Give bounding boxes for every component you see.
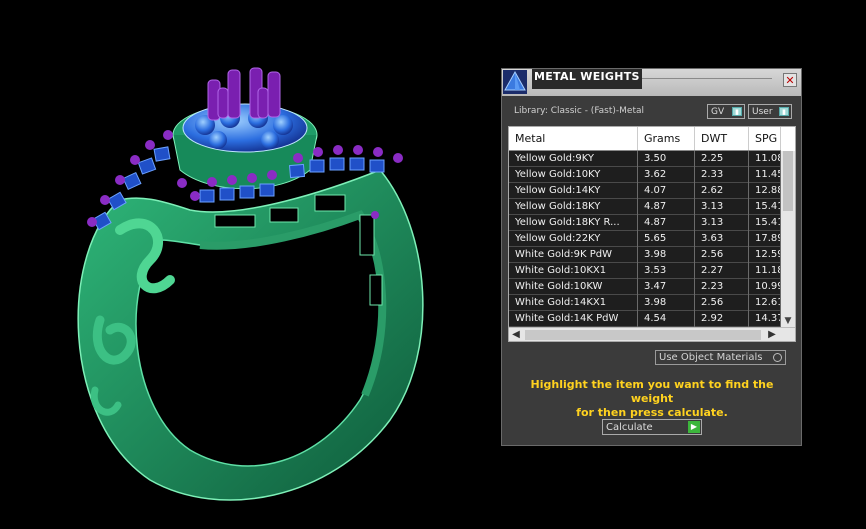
cell-grams: 3.98 (638, 295, 695, 311)
table-row[interactable]: Yellow Gold:14KY 4.07 2.62 12.88 (509, 183, 781, 199)
cell-grams: 3.62 (638, 167, 695, 183)
calculate-button[interactable]: Calculate ▶ (602, 419, 702, 435)
cell-dwt: 2.92 (695, 311, 749, 327)
instructions-text: Highlight the item you want to find the … (514, 378, 790, 420)
toggle-knob-icon: ▮ (732, 107, 742, 116)
cell-dwt: 2.25 (695, 151, 749, 167)
table-row[interactable]: Yellow Gold:18KY 4.87 3.13 15.41 (509, 199, 781, 215)
table-row[interactable]: Yellow Gold:18KY R... 4.87 3.13 15.41 (509, 215, 781, 231)
column-header-dwt[interactable]: DWT (695, 127, 749, 150)
chevron-down-icon[interactable]: ▼ (781, 315, 795, 327)
use-object-materials-option[interactable]: Use Object Materials (655, 350, 786, 365)
cell-grams: 3.98 (638, 247, 695, 263)
calculate-label: Calculate (606, 422, 653, 433)
cell-spg: 14.37 (749, 311, 781, 327)
cell-spg: 11.08 (749, 151, 781, 167)
metal-weights-panel: METAL WEIGHTS ✕ Library: Classic - (Fast… (501, 68, 802, 446)
cell-metal: Yellow Gold:18KY (509, 199, 638, 215)
cell-grams: 3.47 (638, 279, 695, 295)
radio-icon[interactable] (773, 353, 782, 362)
cell-spg: 12.59 (749, 247, 781, 263)
cell-spg: 17.89 (749, 231, 781, 247)
cell-metal: Yellow Gold:18KY R... (509, 215, 638, 231)
scrollbar-thumb[interactable] (525, 330, 761, 340)
cell-metal: White Gold:10KX1 (509, 263, 638, 279)
chevron-left-icon[interactable]: ◀ (509, 328, 523, 341)
metal-table[interactable]: Metal Grams DWT SPG Yellow Gold:9KY 3.50 2… (508, 126, 796, 342)
cell-spg: 12.88 (749, 183, 781, 199)
title-divider (642, 78, 772, 90)
table-header: Metal Grams DWT SPG (509, 127, 781, 151)
cell-spg: 11.45 (749, 167, 781, 183)
cell-spg: 10.99 (749, 279, 781, 295)
chevron-right-icon[interactable]: ▶ (765, 328, 779, 341)
table-body: Yellow Gold:9KY 3.50 2.25 11.08 Yellow Gold… (509, 151, 781, 327)
cell-dwt: 2.56 (695, 247, 749, 263)
close-icon[interactable]: ✕ (783, 73, 797, 87)
cell-dwt: 2.23 (695, 279, 749, 295)
gv-toggle[interactable]: GV ▮ (707, 104, 745, 119)
cell-metal: Yellow Gold:9KY (509, 151, 638, 167)
cell-grams: 4.07 (638, 183, 695, 199)
cell-grams: 4.87 (638, 215, 695, 231)
table-row[interactable]: White Gold:10KW 3.47 2.23 10.99 (509, 279, 781, 295)
cell-grams: 4.87 (638, 199, 695, 215)
cell-spg: 15.41 (749, 215, 781, 231)
cell-dwt: 3.13 (695, 215, 749, 231)
table-row[interactable]: Yellow Gold:22KY 5.65 3.63 17.89 (509, 231, 781, 247)
cell-dwt: 2.56 (695, 295, 749, 311)
table-row[interactable]: Yellow Gold:9KY 3.50 2.25 11.08 (509, 151, 781, 167)
table-row[interactable]: Yellow Gold:10KY 3.62 2.33 11.45 (509, 167, 781, 183)
user-toggle[interactable]: User ▮ (748, 104, 792, 119)
column-header-spg[interactable]: SPG (749, 127, 781, 150)
panel-title: METAL WEIGHTS (532, 69, 642, 89)
ring-model-icon (77, 67, 424, 501)
cell-metal: White Gold:9K PdW (509, 247, 638, 263)
play-arrow-icon: ▶ (688, 421, 700, 433)
instructions-line-2: for then press calculate. (576, 406, 728, 419)
vertical-scrollbar[interactable]: ▼ (781, 151, 795, 327)
cell-metal: White Gold:10KW (509, 279, 638, 295)
library-label: Library: Classic - (Fast)-Metal (514, 106, 645, 116)
toggle-knob-icon: ▮ (779, 107, 789, 116)
table-row[interactable]: White Gold:9K PdW 3.98 2.56 12.59 (509, 247, 781, 263)
cell-metal: Yellow Gold:14KY (509, 183, 638, 199)
cell-metal: Yellow Gold:22KY (509, 231, 638, 247)
column-header-metal[interactable]: Metal (509, 127, 638, 150)
cell-metal: Yellow Gold:10KY (509, 167, 638, 183)
cell-dwt: 2.33 (695, 167, 749, 183)
pyramid-logo-icon (503, 70, 527, 94)
cell-dwt: 2.27 (695, 263, 749, 279)
panel-titlebar[interactable]: METAL WEIGHTS ✕ (502, 69, 801, 96)
scrollbar-thumb[interactable] (783, 151, 793, 211)
user-toggle-label: User (752, 107, 773, 117)
cell-dwt: 3.13 (695, 199, 749, 215)
cell-spg: 15.41 (749, 199, 781, 215)
table-row[interactable]: White Gold:14K PdW 4.54 2.92 14.37 (509, 311, 781, 327)
cell-spg: 12.61 (749, 295, 781, 311)
table-row[interactable]: White Gold:14KX1 3.98 2.56 12.61 (509, 295, 781, 311)
cell-grams: 3.53 (638, 263, 695, 279)
cell-metal: White Gold:14K PdW (509, 311, 638, 327)
cell-metal: White Gold:14KX1 (509, 295, 638, 311)
3d-viewport[interactable] (0, 0, 500, 525)
cell-grams: 3.50 (638, 151, 695, 167)
use-object-materials-label: Use Object Materials (659, 352, 763, 363)
gv-toggle-label: GV (711, 107, 725, 117)
cell-grams: 4.54 (638, 311, 695, 327)
table-row[interactable]: White Gold:10KX1 3.53 2.27 11.18 (509, 263, 781, 279)
cell-grams: 5.65 (638, 231, 695, 247)
cell-dwt: 3.63 (695, 231, 749, 247)
column-header-grams[interactable]: Grams (638, 127, 695, 150)
cell-dwt: 2.62 (695, 183, 749, 199)
instructions-line-1: Highlight the item you want to find the … (530, 378, 774, 405)
cell-spg: 11.18 (749, 263, 781, 279)
horizontal-scrollbar[interactable]: ◀ ▶ (509, 327, 795, 341)
